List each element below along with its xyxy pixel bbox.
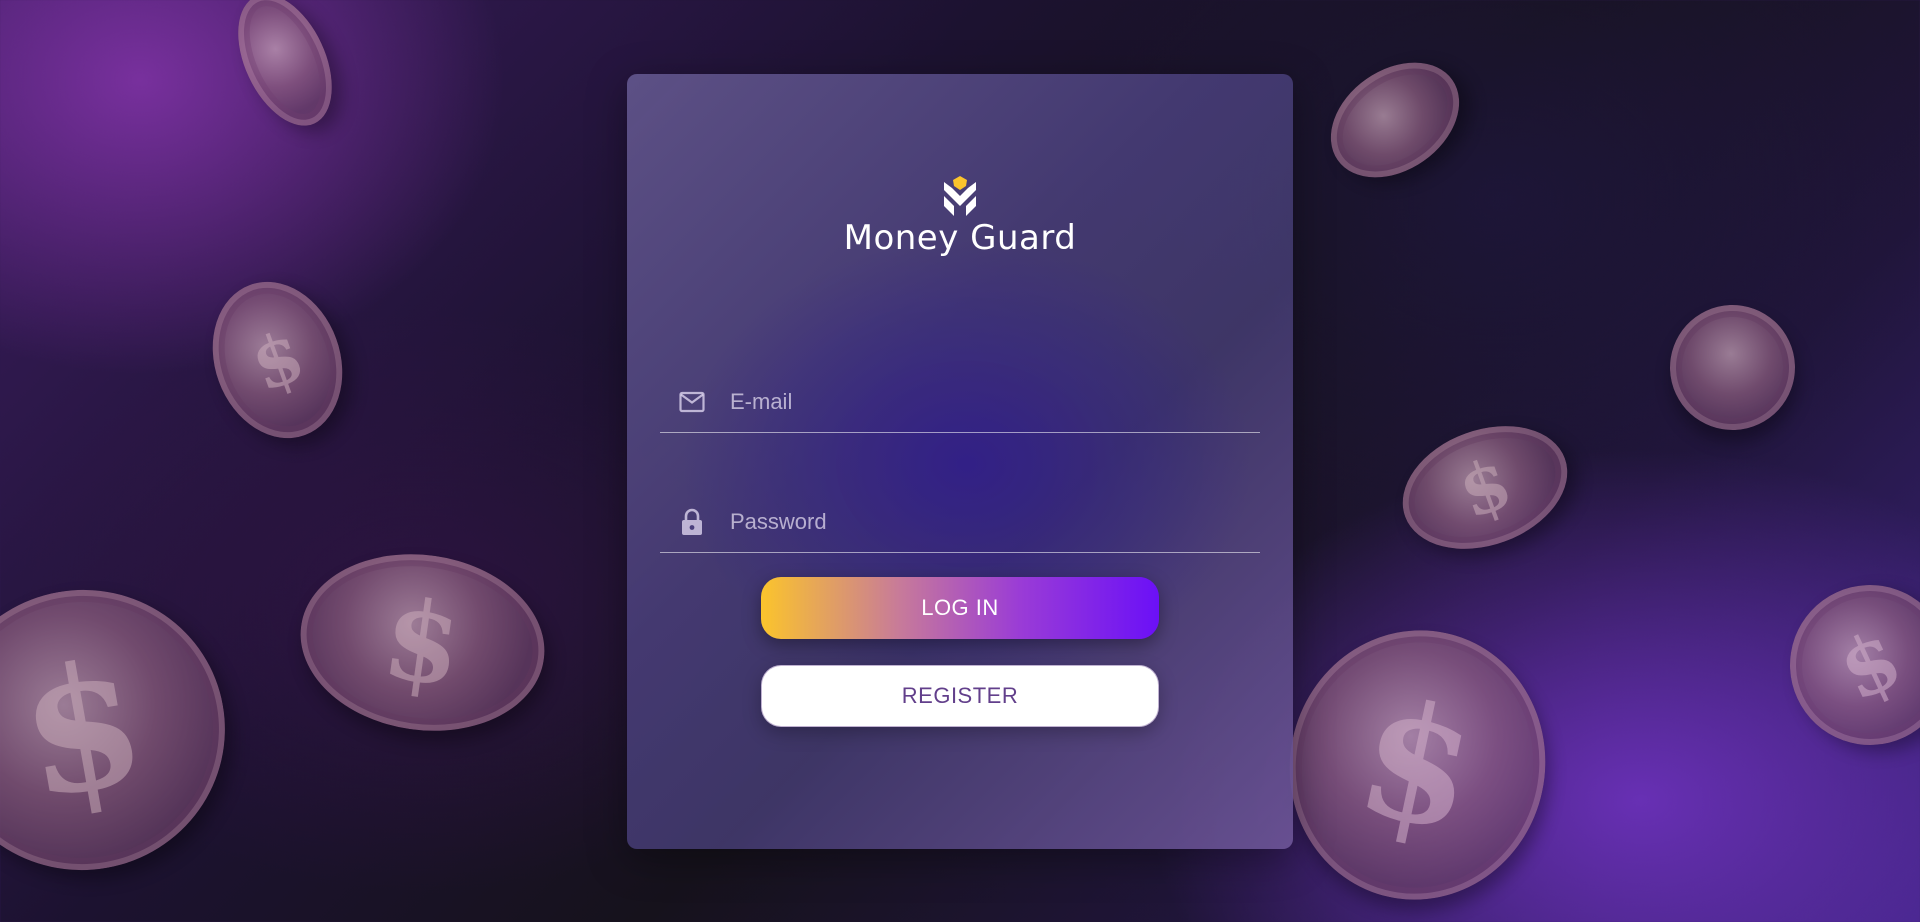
login-button[interactable]: LOG IN [761, 577, 1159, 639]
app-logo: Money Guard [627, 174, 1293, 258]
register-button[interactable]: REGISTER [761, 665, 1159, 727]
email-input[interactable] [730, 382, 1260, 422]
coin-decoration: $ [0, 567, 248, 893]
coin-decoration [219, 0, 351, 141]
coin-decoration: $ [1763, 558, 1920, 772]
coin-decoration: $ [191, 263, 364, 457]
password-input[interactable] [730, 502, 1260, 542]
envelope-icon [678, 388, 706, 416]
coin-decoration: $ [289, 538, 556, 747]
coin-decoration: $ [1385, 404, 1585, 571]
login-card: Money Guard LOG IN REGISTER [627, 74, 1293, 849]
coin-decoration [1308, 38, 1482, 202]
app-name: Money Guard [843, 218, 1077, 258]
lock-icon [678, 508, 706, 536]
coin-decoration: $ [1264, 606, 1571, 922]
email-field [660, 372, 1260, 433]
coin-decoration [1652, 287, 1813, 448]
money-guard-logo-icon [944, 176, 976, 216]
password-field [660, 492, 1260, 553]
